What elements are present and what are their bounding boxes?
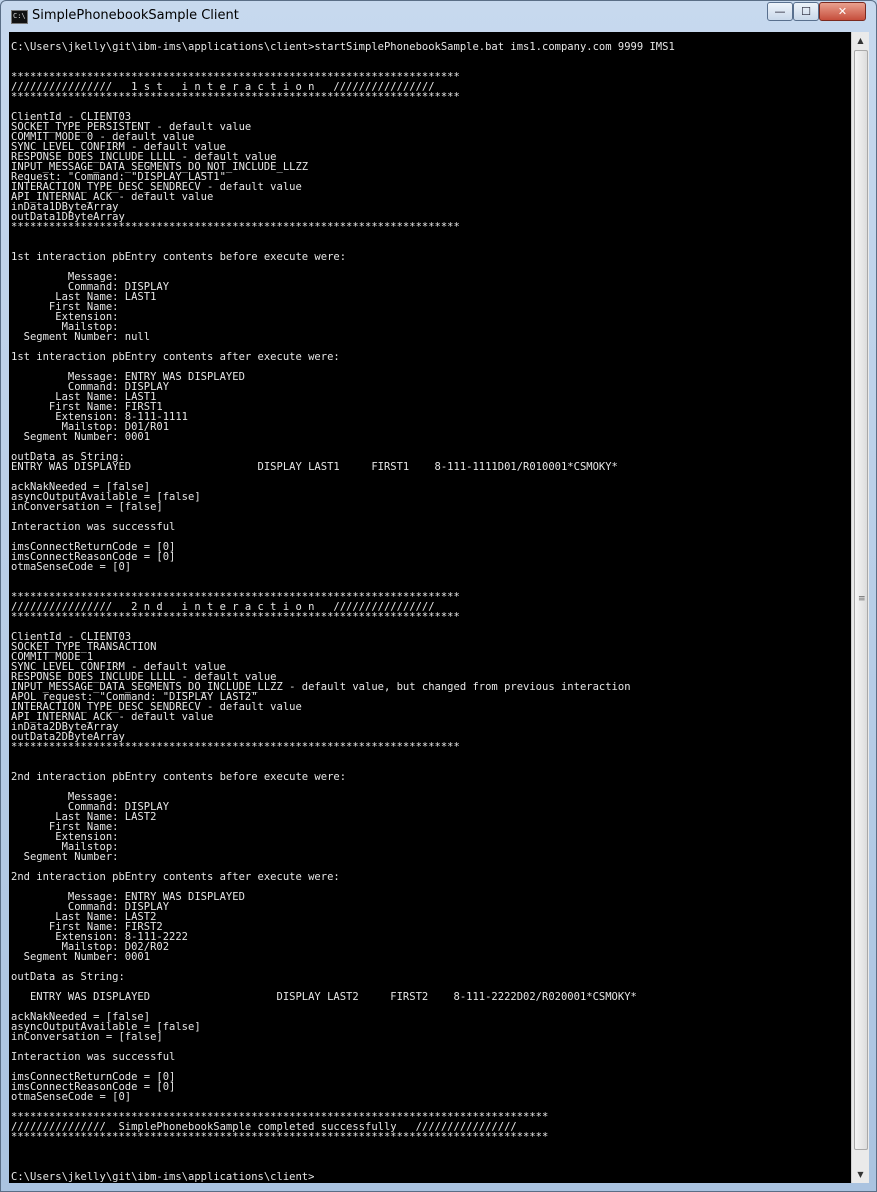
maximize-icon: ☐ [801,5,811,18]
console-line: C:\Users\jkelly\git\ibm-ims\applications… [11,1171,315,1183]
console-line: Extension: [11,311,119,323]
minimize-button[interactable]: — [767,2,793,21]
scroll-down-button[interactable]: ▼ [852,1166,869,1183]
console-line: Interaction was successful [11,1051,176,1063]
console-line: 2nd interaction pbEntry contents after e… [11,871,340,883]
console-line: Segment Number: [11,851,119,863]
console-line: ****************************************… [11,91,460,103]
console-line: SOCKET_TYPE_TRANSACTION [11,641,157,653]
console-line: Extension: [11,831,119,843]
title-bar[interactable]: SimplePhonebookSample Client — ☐ ✕ [1,1,876,32]
console-line: ****************************************… [11,221,460,233]
console-line: 1st interaction pbEntry contents after e… [11,351,340,363]
console-line: First Name: [11,821,119,833]
console-line: outData as String: [11,971,125,983]
console-app-icon[interactable] [11,10,28,24]
console-line: imsConnectReasonCode = [0] [11,551,176,563]
console-line: API_INTERNAL_ACK - default value [11,191,214,203]
console-output-area[interactable]: C:\Users\jkelly\git\ibm-ims\applications… [9,32,851,1183]
console-line: inConversation = [false] [11,501,163,513]
console-line: otmaSenseCode = [0] [11,1091,132,1103]
console-line: C:\Users\jkelly\git\ibm-ims\applications… [11,41,675,53]
console-line: ****************************************… [11,1131,549,1143]
console-line: ****************************************… [11,741,460,753]
console-line: Last Name: LAST1 [11,291,157,303]
console-line: ****************************************… [11,611,460,623]
maximize-button[interactable]: ☐ [793,2,819,21]
scroll-up-button[interactable]: ▲ [852,32,869,49]
minimize-icon: — [774,5,786,18]
console-line: Interaction was successful [11,521,176,533]
console-line: Mailstop: [11,841,119,853]
console-line: ENTRY WAS DISPLAYED DISPLAY LAST2 FIRST2… [11,991,637,1003]
console-line: First Name: [11,301,119,313]
vertical-scrollbar[interactable]: ▲ ≡ ▼ [851,32,869,1183]
console-line: inConversation = [false] [11,1031,163,1043]
console-line: Segment Number: 0001 [11,951,151,963]
arrow-up-icon: ▲ [857,36,864,45]
console-line: inData1DByteArray [11,201,119,213]
console-line: Segment Number: null [11,331,151,343]
console-line: ENTRY WAS DISPLAYED DISPLAY LAST1 FIRST1… [11,461,618,473]
console-line: API_INTERNAL_ACK - default value [11,711,214,723]
console-line: 2nd interaction pbEntry contents before … [11,771,347,783]
close-icon: ✕ [837,5,848,18]
console-line: Segment Number: 0001 [11,431,151,443]
console-line: otmaSenseCode = [0] [11,561,132,573]
close-button[interactable]: ✕ [819,2,866,21]
console-line: inData2DByteArray [11,721,119,733]
arrow-down-icon: ▼ [857,1170,864,1179]
console-line: imsConnectReasonCode = [0] [11,1081,176,1093]
grip-icon: ≡ [858,594,866,604]
scrollbar-thumb[interactable]: ≡ [854,50,868,1150]
console-window: SimplePhonebookSample Client — ☐ ✕ C:\Us… [0,0,877,1192]
console-line: 1st interaction pbEntry contents before … [11,251,347,263]
console-line: Last Name: LAST2 [11,811,157,823]
window-title: SimplePhonebookSample Client [32,8,239,23]
console-text: C:\Users\jkelly\git\ibm-ims\applications… [9,32,851,1183]
